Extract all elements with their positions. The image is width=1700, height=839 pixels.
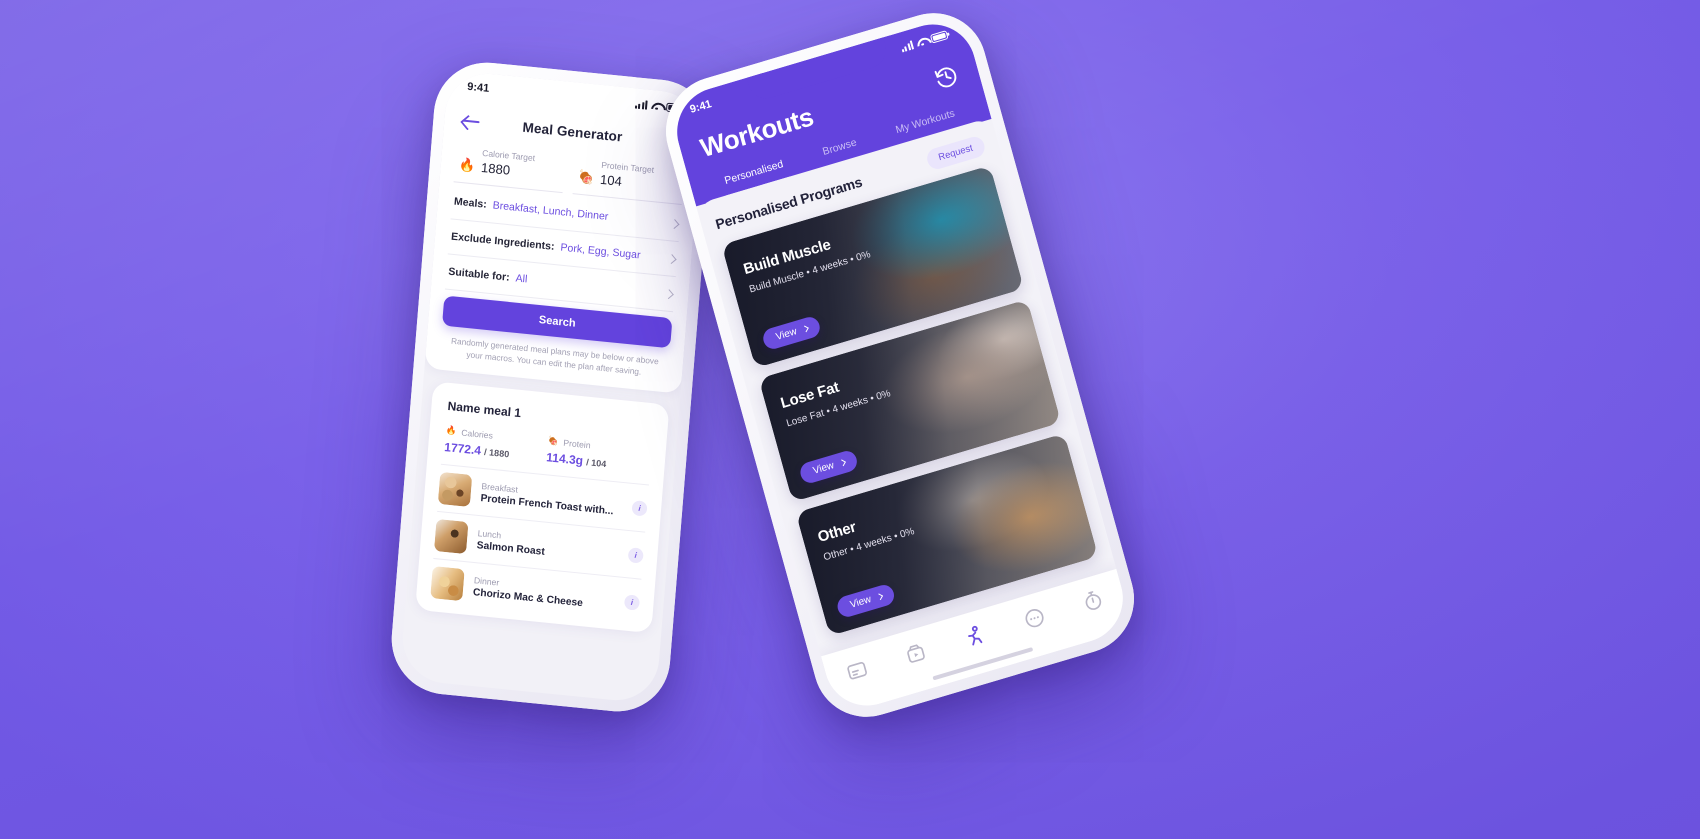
wifi-icon (915, 36, 928, 48)
calorie-target-value: 1880 (480, 159, 511, 178)
macro-protein-label: Protein (562, 437, 592, 450)
status-time: 9:41 (688, 98, 713, 116)
view-button-label: View (811, 460, 836, 477)
phone-meal-generator: 9:41 Meal Generator 🔥 Calorie Target 188… (387, 57, 717, 717)
tab-more[interactable] (1014, 601, 1054, 636)
view-button-label: View (774, 326, 799, 343)
workouts-content: Personalised Programs Request Build Musc… (695, 116, 1112, 641)
view-button-label: View (848, 594, 873, 611)
cellular-bars-icon (900, 39, 914, 52)
status-icons (900, 29, 949, 52)
filter-value-suitable: All (515, 272, 528, 286)
info-icon[interactable]: i (623, 593, 641, 611)
macro-protein-value: 114.3g (545, 450, 584, 468)
fire-emoji-icon: 🔥 (458, 156, 476, 174)
tab-workouts[interactable] (955, 618, 995, 653)
meal-result-card: Name meal 1 🔥 Calories 1772.4 / 1880 🍖 P… (415, 381, 670, 634)
info-icon[interactable]: i (631, 499, 648, 517)
tab-articles[interactable] (837, 653, 877, 688)
filter-value-meals: Breakfast, Lunch, Dinner (492, 199, 609, 223)
cellular-bars-icon (635, 99, 648, 110)
macro-calories-label: Calories (460, 427, 494, 441)
filter-label-exclude: Exclude Ingredients: (450, 230, 555, 253)
tab-videos[interactable] (896, 636, 936, 671)
filter-label-suitable: Suitable for: (447, 265, 511, 284)
meat-emoji-icon: 🍖 (547, 435, 559, 447)
history-clock-icon[interactable] (932, 61, 961, 91)
meal-thumbnail-image (437, 471, 473, 508)
tab-timer[interactable] (1073, 583, 1113, 618)
protein-target-value: 104 (599, 171, 623, 189)
battery-icon (929, 29, 949, 44)
phone-workouts: 9:41 Workouts Personalised Browse My Wor… (653, 0, 1147, 730)
macro-protein-target: / 104 (585, 457, 607, 470)
stopwatch-icon (1085, 591, 1102, 610)
request-button[interactable]: Request (924, 134, 987, 172)
info-icon[interactable]: i (627, 546, 644, 564)
meal-thumbnail-image (430, 565, 465, 602)
chevron-right-icon (838, 459, 846, 467)
status-time: 9:41 (466, 80, 490, 95)
chevron-right-icon (801, 325, 809, 333)
filter-label-meals: Meals: (453, 195, 488, 211)
more-dots-icon (1025, 609, 1044, 628)
macro-calories-target: / 1880 (483, 446, 510, 460)
chevron-right-icon (875, 593, 883, 601)
macro-calories-value: 1772.4 (443, 439, 482, 458)
fire-emoji-icon: 🔥 (445, 424, 457, 437)
meat-emoji-icon: 🍖 (577, 168, 595, 186)
wifi-icon (651, 101, 663, 111)
screen-meal-generator: 9:41 Meal Generator 🔥 Calorie Target 188… (399, 69, 705, 705)
meal-thumbnail-image (433, 518, 469, 555)
running-person-icon (968, 625, 983, 645)
filter-value-exclude: Pork, Egg, Sugar (560, 241, 641, 262)
video-play-icon (907, 644, 926, 663)
article-icon (847, 662, 867, 680)
